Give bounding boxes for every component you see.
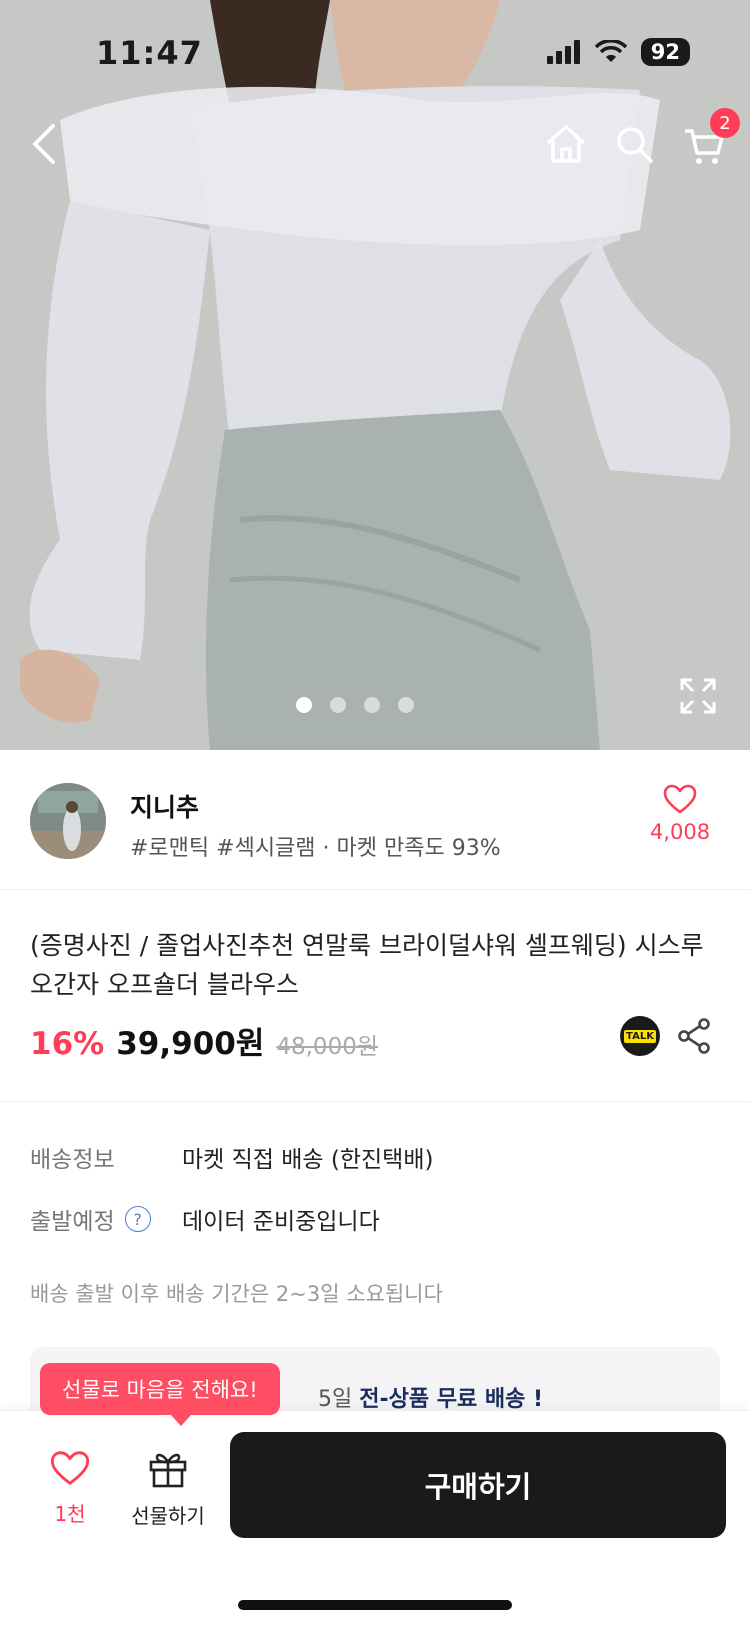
back-button[interactable]: [16, 116, 72, 172]
gift-tooltip: 선물로 마음을 전해요!: [40, 1363, 280, 1426]
signal-icon: [546, 40, 580, 64]
pagination-dot-2[interactable]: [330, 697, 346, 713]
shop-avatar-image: [30, 783, 106, 859]
product-info: (증명사진 / 졸업사진추천 연말룩 브라이덜샤워 셀프웨딩) 시스루 오간자 …: [0, 890, 750, 1102]
like-label: 1천: [54, 1502, 86, 1526]
status-icons: 92: [546, 38, 690, 66]
shop-like-count: 4,008: [649, 820, 711, 844]
shipping-info-label: 배송정보: [30, 1147, 115, 1173]
departure-label-group: 출발예정 ?: [30, 1202, 182, 1236]
product-title: (증명사진 / 졸업사진추천 연말룩 브라이덜샤워 셀프웨딩) 시스루 오간자 …: [30, 931, 704, 999]
battery-indicator: 92: [640, 38, 690, 66]
share-button[interactable]: [674, 1016, 714, 1056]
buy-button[interactable]: 구매하기: [230, 1432, 726, 1538]
chevron-left-icon: [33, 124, 55, 164]
shipping-note: 배송 출발 이후 배송 기간은 2~3일 소요됩니다: [30, 1282, 443, 1306]
gift-icon: [149, 1453, 187, 1488]
shop-like-button[interactable]: 4,008: [640, 784, 720, 844]
shipping-info-value: 마켓 직접 배송 (한진택배): [182, 1147, 434, 1173]
status-bar: 11:47 92: [0, 0, 750, 108]
original-price: 48,000원: [276, 1034, 378, 1060]
wifi-icon: [594, 40, 627, 62]
shop-avatar[interactable]: [30, 783, 106, 859]
promo-text: 5일 전-상품 무료 배송 !: [318, 1381, 543, 1413]
promo-partial-text: 5일: [318, 1387, 360, 1412]
share-icon: [678, 1018, 710, 1054]
pagination-dot-3[interactable]: [364, 697, 380, 713]
gallery-pagination: [0, 697, 750, 713]
shipping-info-row: 배송정보 마켓 직접 배송 (한진택배): [30, 1140, 433, 1174]
kakao-talk-icon: TALK: [624, 1029, 656, 1043]
departure-value: 데이터 준비중입니다: [182, 1209, 380, 1235]
expand-icon: [680, 678, 716, 714]
cart-button[interactable]: 2: [676, 108, 740, 174]
heart-outline-icon: [50, 1451, 90, 1485]
price-row: 16% 39,900원 48,000원: [30, 1018, 378, 1063]
product-image-gallery[interactable]: 11:47 92 2: [0, 0, 750, 750]
pagination-dot-4[interactable]: [398, 697, 414, 713]
sale-price: 39,900원: [116, 1026, 265, 1062]
cart-count-badge: 2: [710, 108, 740, 138]
search-button[interactable]: [606, 116, 662, 172]
search-icon: [617, 127, 653, 163]
product-photo: [0, 0, 750, 750]
status-time: 11:47: [96, 34, 203, 72]
discount-rate: 16%: [30, 1026, 105, 1062]
promo-bold-text: 전-상품 무료 배송 !: [359, 1387, 544, 1412]
shop-name[interactable]: 지니추: [130, 788, 199, 824]
pagination-dot-1[interactable]: [296, 697, 312, 713]
home-indicator: [238, 1600, 512, 1610]
like-button[interactable]: 1천: [30, 1450, 110, 1527]
kakao-talk-button[interactable]: TALK: [620, 1016, 660, 1056]
home-button[interactable]: [538, 116, 594, 172]
shop-row[interactable]: 지니추 #로맨틱 #섹시글램 · 마켓 만족도 93% 4,008: [0, 750, 750, 890]
heart-outline-icon: [663, 784, 697, 814]
shop-tags: #로맨틱 #섹시글램 · 마켓 만족도 93%: [130, 836, 501, 861]
gift-button[interactable]: 선물하기: [118, 1450, 218, 1529]
home-icon: [546, 125, 586, 163]
departure-row: 출발예정 ? 데이터 준비중입니다: [30, 1202, 380, 1236]
departure-label: 출발예정: [30, 1209, 115, 1235]
help-icon[interactable]: ?: [124, 1206, 151, 1232]
gift-label: 선물하기: [131, 1504, 205, 1528]
fullscreen-button[interactable]: [678, 676, 718, 716]
